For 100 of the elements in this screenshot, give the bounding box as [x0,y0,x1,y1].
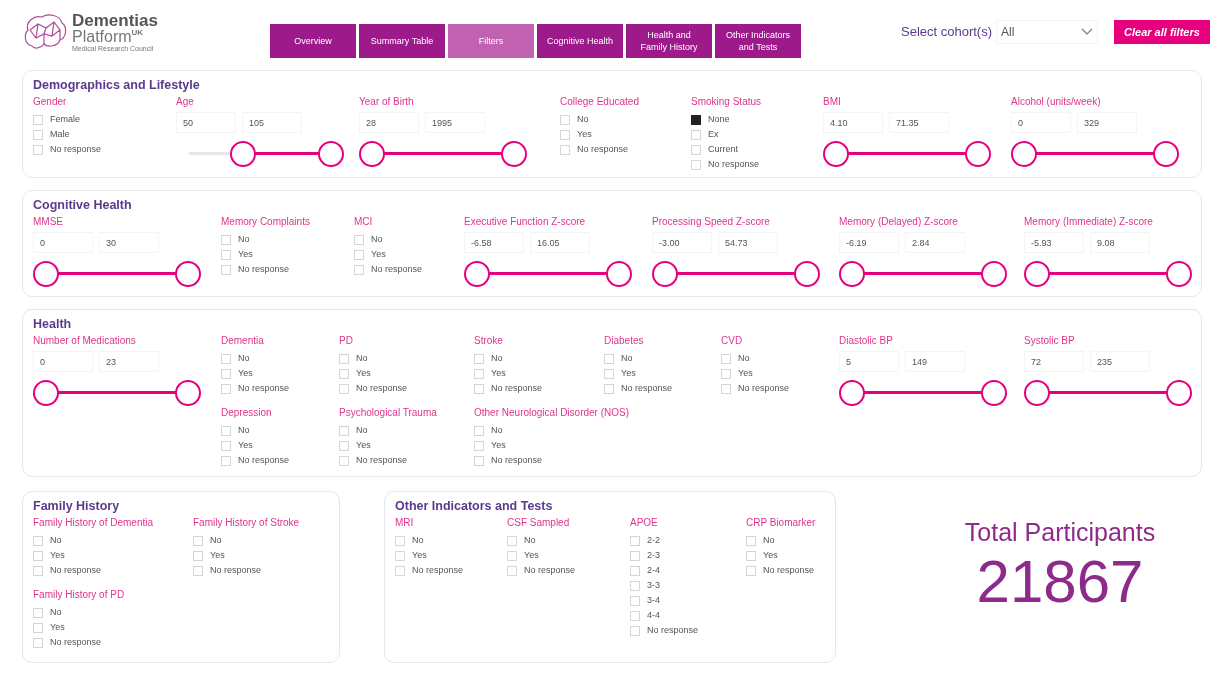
range-input[interactable]: 2.84 [905,232,965,253]
filter-label: Memory (Immediate) Z-score [1024,215,1154,229]
range-input[interactable]: 5 [839,351,899,372]
cohort-label: Select cohort(s) [901,23,993,42]
range-input[interactable]: 23 [99,351,159,372]
slider-thumb[interactable] [464,261,490,287]
slider-thumb[interactable] [1153,141,1179,167]
slider-thumb[interactable] [1011,141,1037,167]
brain-logo-icon [22,12,68,52]
option-label: No response [238,381,290,395]
option-label: No [238,232,250,246]
panel-title: Demographics and Lifestyle [33,77,201,94]
slider-thumb[interactable] [1024,380,1050,406]
option-label: 2-3 [647,548,660,562]
option-label: No [763,533,775,547]
option-label: No [738,351,750,365]
range-input[interactable]: 28 [359,112,419,133]
total-label: Total Participants [964,517,1156,547]
range-input[interactable]: 54.73 [718,232,778,253]
range-input[interactable]: 149 [905,351,965,372]
option-label: No [577,112,589,126]
option-label: Ex [708,127,719,141]
range-input[interactable]: 0 [33,232,93,253]
slider-thumb[interactable] [981,380,1007,406]
option-label: No response [524,563,576,577]
range-input[interactable]: 9.08 [1090,232,1150,253]
filter-label: Number of Medications [33,334,137,348]
filter-label: Memory Complaints [221,215,310,229]
option-label: No [356,351,368,365]
slider-thumb[interactable] [1024,261,1050,287]
option-label: No response [412,563,464,577]
nav-tab[interactable]: Summary Table [359,24,445,58]
option-label: No response [210,563,262,577]
cohort-dropdown[interactable]: All [996,20,1099,44]
range-input[interactable]: -6.58 [464,232,524,253]
range-input[interactable]: 16.05 [530,232,590,253]
slider-thumb[interactable] [606,261,632,287]
slider-thumb[interactable] [1166,261,1192,287]
panel-title: Cognitive Health [33,197,133,214]
slider-thumb[interactable] [839,380,865,406]
slider-thumb[interactable] [33,380,59,406]
option-label: No [50,533,62,547]
filter-label: Family History of PD [33,588,125,602]
slider-thumb[interactable] [794,261,820,287]
slider-thumb[interactable] [33,261,59,287]
range-input[interactable]: 0 [1011,112,1071,133]
option-label: No response [763,563,815,577]
filter-label: Processing Speed Z-score [652,215,771,229]
option-label: No response [738,381,790,395]
filter-label: Year of Birth [359,95,415,109]
range-input[interactable]: 0 [33,351,93,372]
filter-label: Diabetes [604,334,644,348]
nav-tab[interactable]: Filters [448,24,534,58]
filter-label: Systolic BP [1024,334,1076,348]
range-input[interactable]: -3.00 [652,232,712,253]
option-label: Yes [621,366,636,380]
range-input[interactable]: 105 [242,112,302,133]
filter-label: CRP Biomarker [746,516,816,530]
slider-thumb[interactable] [229,141,256,167]
range-input[interactable]: 4.10 [823,112,883,133]
slider-thumb[interactable] [501,141,527,167]
slider-thumb[interactable] [652,261,678,287]
nav-tab[interactable]: Other Indicators and Tests [715,24,801,58]
range-input[interactable]: 235 [1090,351,1150,372]
filter-label: Depression [221,406,272,420]
clear-filters-button[interactable]: Clear all filters [1114,20,1210,44]
slider-thumb[interactable] [965,141,991,167]
slider-thumb[interactable] [839,261,865,287]
slider-thumb[interactable] [359,141,385,167]
range-input[interactable]: 30 [99,232,159,253]
range-input[interactable]: 50 [176,112,236,133]
range-input[interactable]: 71.35 [889,112,949,133]
nav-tab[interactable]: Cognitive Health [537,24,623,58]
option-label: No response [491,381,543,395]
filter-label: Stroke [474,334,503,348]
slider-thumb[interactable] [981,261,1007,287]
filter-label: College Educated [560,95,639,109]
filter-label: Executive Function Z-score [464,215,587,229]
slider-thumb[interactable] [175,380,201,406]
slider-thumb[interactable] [1166,380,1192,406]
checkbox[interactable] [691,114,701,125]
range-input[interactable]: 72 [1024,351,1084,372]
option-label: Yes [524,548,539,562]
filter-label: Dementia [221,334,264,348]
nav-tab[interactable]: Overview [270,24,356,58]
range-input[interactable]: 329 [1077,112,1137,133]
slider-thumb[interactable] [823,141,849,167]
slider-thumb[interactable] [318,141,344,167]
option-label: Yes [238,366,253,380]
slider-thumb[interactable] [175,261,201,287]
option-label: No response [621,381,673,395]
range-input[interactable]: -6.19 [839,232,899,253]
range-input[interactable]: 1995 [425,112,485,133]
option-label: 4-4 [647,608,660,622]
range-input[interactable]: -5.93 [1024,232,1084,253]
chevron-down-icon [1081,28,1094,36]
option-label: Yes [210,548,225,562]
option-label: No [621,351,633,365]
logo-subtitle: Platform [72,29,132,45]
nav-tab[interactable]: Health and Family History [626,24,712,58]
